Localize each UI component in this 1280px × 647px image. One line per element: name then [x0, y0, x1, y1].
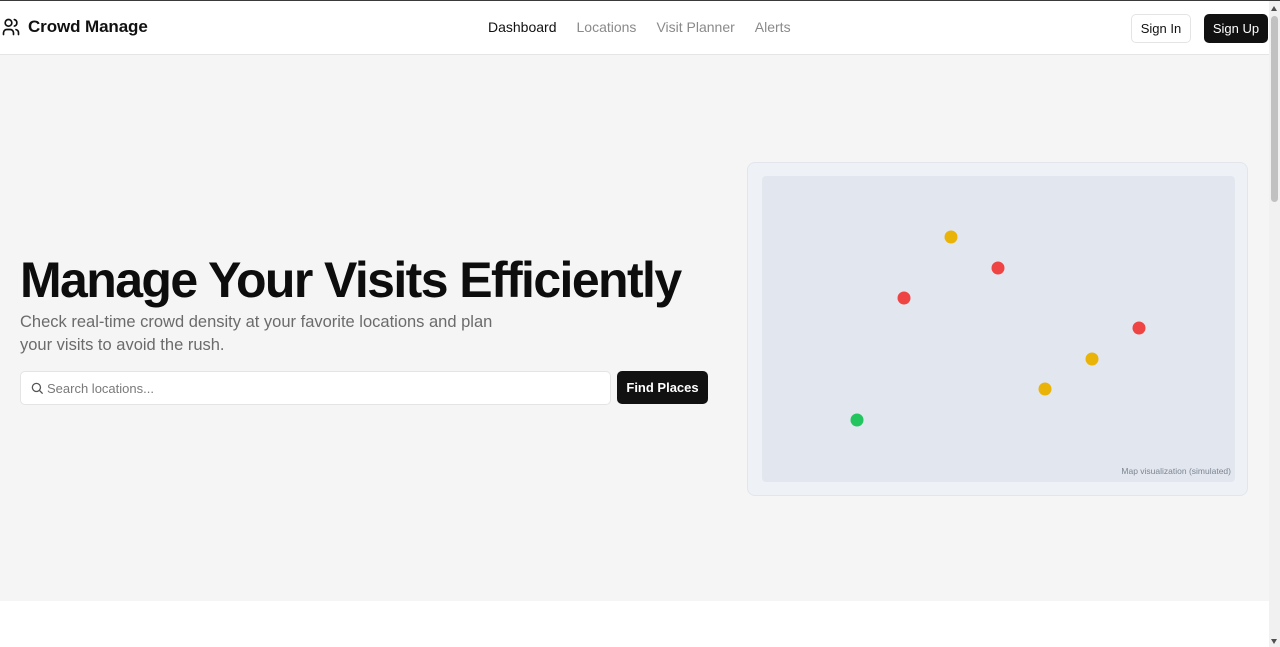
- map-marker-high[interactable]: [897, 291, 911, 305]
- map-marker-high[interactable]: [991, 261, 1005, 275]
- map-caption: Map visualization (simulated): [1121, 466, 1231, 476]
- hero-section: Manage Your Visits Efficiently Check rea…: [0, 55, 1269, 601]
- map-marker-medium[interactable]: [1085, 352, 1099, 366]
- search-icon: [31, 382, 43, 394]
- vertical-scrollbar[interactable]: [1269, 1, 1280, 647]
- app-window: Crowd Manage Dashboard Locations Visit P…: [0, 0, 1280, 647]
- nav-item-alerts[interactable]: Alerts: [755, 19, 791, 35]
- map-marker-medium[interactable]: [944, 230, 958, 244]
- map-card: Map visualization (simulated): [747, 162, 1248, 496]
- brand[interactable]: Crowd Manage: [1, 17, 148, 37]
- map-markers-layer: [850, 230, 1146, 427]
- nav-item-visit-planner[interactable]: Visit Planner: [656, 19, 734, 35]
- map-marker-high[interactable]: [1132, 321, 1146, 335]
- main-nav: Dashboard Locations Visit Planner Alerts: [488, 19, 791, 35]
- lower-section: [0, 601, 1269, 647]
- map-marker-low[interactable]: [850, 413, 864, 427]
- sign-up-button[interactable]: Sign Up: [1204, 14, 1268, 43]
- users-icon: [2, 18, 20, 36]
- nav-item-dashboard[interactable]: Dashboard: [488, 19, 557, 35]
- sign-in-button[interactable]: Sign In: [1131, 14, 1191, 43]
- map-area[interactable]: Map visualization (simulated): [762, 176, 1235, 482]
- search-input[interactable]: [47, 372, 602, 404]
- hero-subtitle: Check real-time crowd density at your fa…: [20, 313, 493, 354]
- find-places-button[interactable]: Find Places: [617, 371, 708, 404]
- search-box[interactable]: [20, 371, 611, 405]
- map-marker-medium[interactable]: [1038, 382, 1052, 396]
- brand-name: Crowd Manage: [28, 17, 148, 36]
- scroll-thumb[interactable]: [1271, 16, 1278, 202]
- top-navbar: Crowd Manage Dashboard Locations Visit P…: [0, 1, 1269, 55]
- scroll-up-arrow-icon[interactable]: [1271, 6, 1277, 11]
- nav-item-locations[interactable]: Locations: [577, 19, 637, 35]
- scroll-down-arrow-icon[interactable]: [1271, 639, 1277, 644]
- hero-title: Manage Your Visits Efficiently: [20, 252, 682, 308]
